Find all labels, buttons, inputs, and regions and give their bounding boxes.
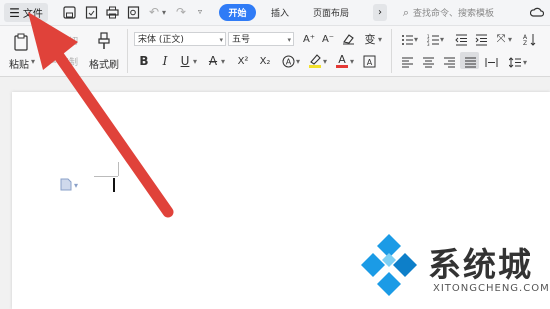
watermark-logo	[356, 231, 422, 297]
watermark-brand: 系统城	[428, 245, 533, 284]
watermark-url: XITONGCHENG.COM	[433, 283, 550, 294]
